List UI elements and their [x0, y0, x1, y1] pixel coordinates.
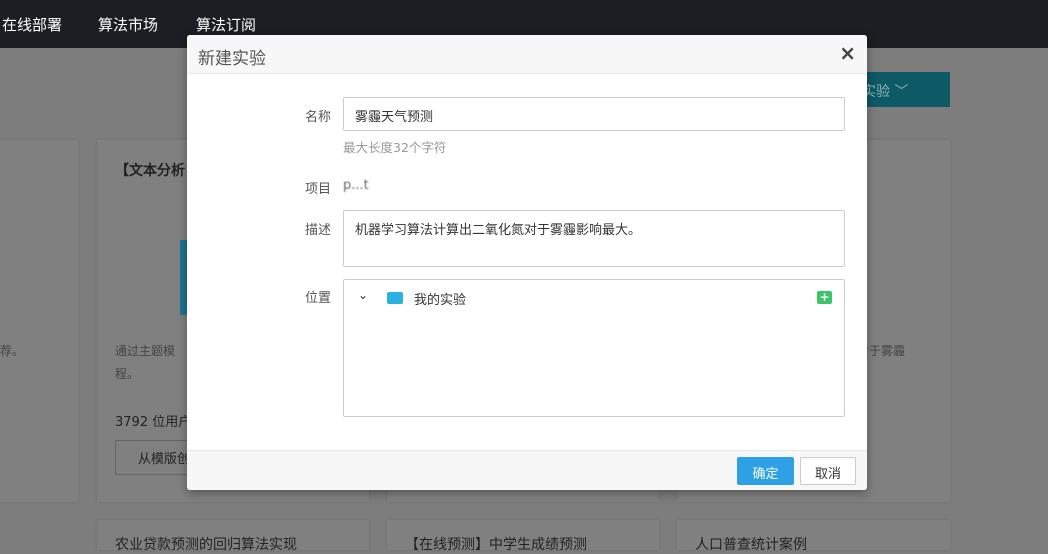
- card-desc: 通过主题模: [115, 344, 176, 358]
- new-experiment-dialog: 新建实验 × 名称 雾霾天气预测 最大长度32个字符 项目 p...t 描述 机…: [187, 35, 867, 490]
- card-desc: 荐。: [0, 344, 25, 358]
- template-card: 荐。: [0, 140, 78, 502]
- chevron-down-icon: ﹀: [894, 84, 909, 100]
- card-desc: 程。: [115, 367, 140, 381]
- location-label: 位置: [304, 291, 331, 306]
- location-tree: ⌄ 我的实验 +: [343, 279, 845, 417]
- dialog-header: 新建实验 ×: [187, 35, 867, 74]
- template-card: 农业贷款预测的回归算法实现: [97, 520, 369, 553]
- name-input[interactable]: 雾霾天气预测: [343, 97, 845, 131]
- template-card: 【在线预测】中学生成绩预测: [387, 520, 659, 553]
- project-label: 项目: [304, 182, 331, 197]
- close-icon[interactable]: ×: [839, 41, 856, 65]
- chevron-down-icon[interactable]: ⌄: [358, 288, 368, 302]
- tree-item-my-experiments[interactable]: 我的实验: [414, 289, 466, 308]
- name-label: 名称: [304, 110, 331, 125]
- folder-icon: [387, 292, 403, 304]
- add-folder-icon[interactable]: +: [817, 291, 832, 304]
- card-title: 人口普查统计案例: [695, 537, 807, 553]
- dialog-title: 新建实验: [198, 49, 266, 69]
- card-users: 3792 位用户: [115, 415, 192, 430]
- confirm-button[interactable]: 确定: [737, 457, 794, 485]
- card-title: 农业贷款预测的回归算法实现: [115, 537, 297, 553]
- project-value: p...t: [343, 178, 369, 193]
- name-hint: 最大长度32个字符: [343, 140, 447, 155]
- nav-item-algorithm-subscription[interactable]: 算法订阅: [196, 14, 256, 35]
- dialog-footer: 确定 取消: [187, 450, 867, 490]
- card-title: 【在线预测】中学生成绩预测: [405, 537, 587, 553]
- nav-item-online-deploy[interactable]: 在线部署: [2, 14, 62, 35]
- description-textarea[interactable]: 机器学习算法计算出二氧化氮对于雾霾影响最大。: [343, 210, 845, 267]
- cancel-button[interactable]: 取消: [800, 457, 856, 485]
- template-card: 人口普查统计案例: [677, 520, 950, 553]
- description-label: 描述: [304, 223, 331, 238]
- card-title: 【文本分析: [115, 163, 185, 179]
- nav-item-algorithm-market[interactable]: 算法市场: [98, 14, 158, 35]
